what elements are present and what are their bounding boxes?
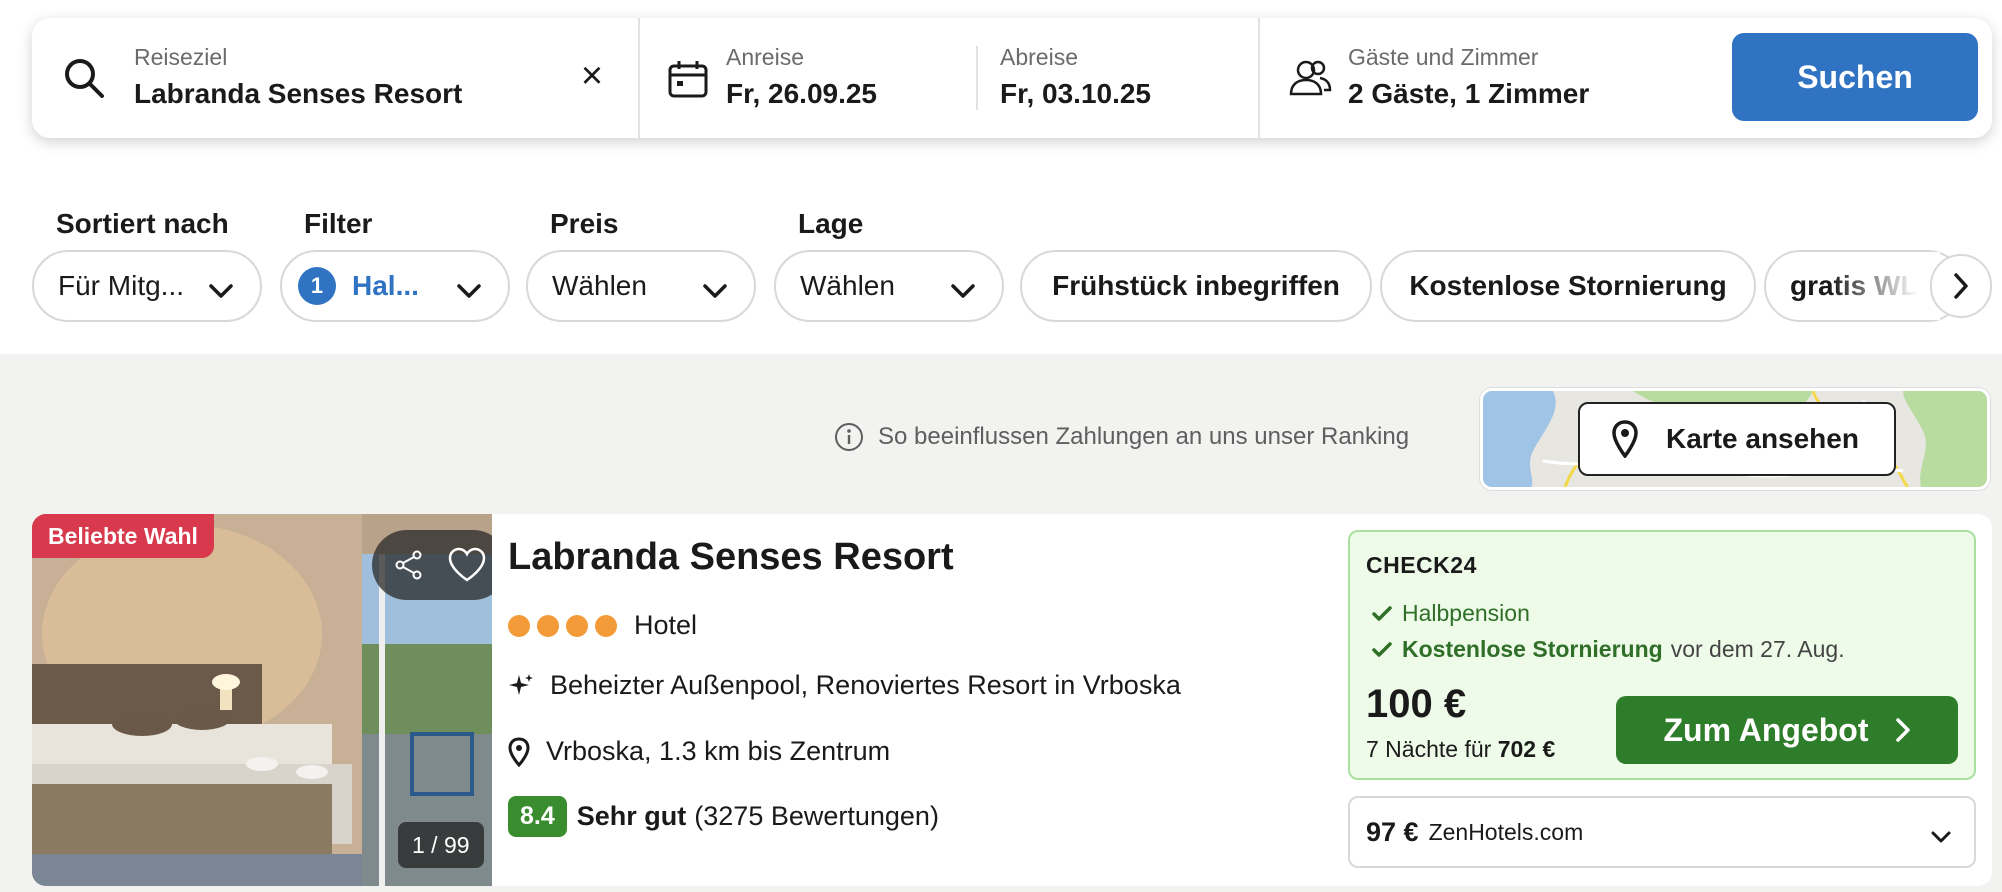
to-offer-label: Zum Angebot (1663, 711, 1869, 748)
filter-value: Hal... (352, 270, 419, 301)
perk-cancellation-date: vor dem 27. Aug. (1670, 636, 1845, 662)
search-icon (62, 56, 106, 105)
sort-value: Für Mitg... (58, 270, 185, 301)
view-map-button[interactable]: Karte ansehen (1578, 402, 1896, 476)
destination-value: Labranda Senses Resort (134, 78, 463, 109)
chevron-down-icon (456, 276, 482, 308)
filter-dropdown[interactable]: 1 Hal... (280, 250, 510, 322)
view-map-label: Karte ansehen (1666, 423, 1859, 454)
divider (1258, 18, 1260, 138)
quick-filter-breakfast[interactable]: Frühstück inbegriffen (1020, 250, 1372, 322)
offer-provider: CHECK24 (1366, 552, 1477, 578)
check-icon (1372, 605, 1392, 621)
photo-actions (372, 530, 492, 600)
perk-cancellation-strong: Kostenlose Stornierung (1402, 636, 1663, 662)
price-dropdown[interactable]: Wählen (526, 250, 756, 322)
star-dot (595, 614, 617, 637)
perk-half-board-text: Halbpension (1402, 600, 1530, 626)
checkin-field[interactable]: Anreise Fr, 26.09.25 (726, 18, 966, 138)
checkout-value: Fr, 03.10.25 (1000, 78, 1152, 109)
guests-field[interactable]: Gäste und Zimmer 2 Gäste, 1 Zimmer (1348, 18, 1708, 138)
rating-score: 8.4 (508, 796, 567, 837)
location-dropdown[interactable]: Wählen (774, 250, 1004, 322)
checkin-label: Anreise (726, 44, 804, 70)
perk-half-board: Halbpension (1372, 600, 1530, 627)
price-label: Preis (550, 208, 619, 239)
alternative-offer[interactable]: 97 € ZenHotels.com (1348, 796, 1976, 868)
hotel-photo[interactable]: Beliebte Wahl 1 / 99 (32, 514, 492, 886)
calendar-icon (668, 60, 708, 103)
filter-count-badge: 1 (298, 267, 336, 305)
heart-icon[interactable] (447, 547, 487, 583)
location-text: Vrboska, 1.3 km bis Zentrum (546, 736, 891, 766)
location-pin-icon (508, 736, 530, 767)
total-price: 702 € (1497, 736, 1556, 762)
hotel-stars: Hotel (508, 610, 697, 641)
hotel-location: Vrboska, 1.3 km bis Zentrum (508, 736, 890, 767)
star-dot (508, 614, 530, 637)
checkin-value: Fr, 26.09.25 (726, 78, 878, 109)
sort-label: Sortiert nach (56, 208, 229, 239)
chevron-down-icon (208, 276, 234, 308)
chevron-down-icon (702, 276, 728, 308)
search-button[interactable]: Suchen (1732, 33, 1978, 121)
hotel-card: Beliebte Wahl 1 / 99 Labranda Senses Res… (32, 514, 1992, 886)
offer-total: 7 Nächte für 702 € (1366, 736, 1555, 763)
clear-destination-icon[interactable]: × (572, 56, 612, 96)
scroll-right-button[interactable] (1930, 254, 1992, 318)
star-dot (537, 614, 559, 637)
hotel-type: Hotel (634, 610, 698, 640)
quick-filter-free-cancellation[interactable]: Kostenlose Stornierung (1380, 250, 1756, 322)
location-value: Wählen (800, 270, 895, 301)
price-value: Wählen (552, 270, 647, 301)
checkout-field[interactable]: Abreise Fr, 03.10.25 (1000, 18, 1280, 138)
guests-value: 2 Gäste, 1 Zimmer (1348, 78, 1590, 109)
photo-counter: 1 / 99 (398, 822, 484, 868)
chevron-down-icon (950, 276, 976, 308)
chevron-down-icon (1930, 824, 1952, 851)
popular-badge: Beliebte Wahl (32, 514, 214, 558)
checkout-label: Abreise (1000, 44, 1078, 70)
users-icon (1288, 58, 1332, 103)
ranking-info-link[interactable]: So beeinflussen Zahlungen an uns unser R… (834, 422, 1409, 452)
info-icon (834, 422, 864, 452)
check-icon (1372, 641, 1392, 657)
offer-price: 100 € (1366, 682, 1467, 726)
map-pin-icon (1612, 420, 1666, 458)
chevron-right-icon (1895, 718, 1910, 742)
main-offer: CHECK24 Halbpension Kostenlose Stornieru… (1348, 530, 1976, 780)
filter-label: Filter (304, 208, 373, 239)
destination-label: Reiseziel (134, 44, 228, 70)
highlight-text: Beheizter Außenpool, Renoviertes Resort … (550, 670, 1181, 700)
scroll-fade (1830, 252, 1940, 320)
divider (976, 46, 978, 110)
sort-dropdown[interactable]: Für Mitg... (32, 250, 262, 322)
chevron-right-icon (1952, 272, 1970, 300)
location-label: Lage (798, 208, 864, 239)
rating-label: Sehr gut (576, 801, 687, 831)
hotel-rating[interactable]: 8.4 Sehr gut (3275 Bewertungen) (508, 796, 939, 837)
search-bar: Reiseziel Labranda Senses Resort × Anrei… (32, 18, 1992, 138)
destination-field[interactable]: Reiseziel Labranda Senses Resort (132, 18, 552, 138)
share-icon[interactable] (393, 549, 425, 581)
perk-free-cancellation: Kostenlose Stornierung vor dem 27. Aug. (1372, 636, 1845, 663)
divider (638, 18, 640, 138)
review-count: (3275 Bewertungen) (694, 801, 939, 831)
star-dot (566, 614, 588, 637)
hotel-highlight: Beheizter Außenpool, Renoviertes Resort … (508, 670, 1181, 701)
alt-offer-price: 97 € (1366, 816, 1419, 847)
guests-label: Gäste und Zimmer (1348, 44, 1539, 70)
sparkle-icon (509, 673, 533, 695)
alt-offer-provider: ZenHotels.com (1428, 818, 1584, 845)
hotel-name[interactable]: Labranda Senses Resort (508, 536, 954, 579)
nights-text: 7 Nächte für (1366, 736, 1492, 762)
to-offer-button[interactable]: Zum Angebot (1616, 696, 1958, 764)
ranking-note-text: So beeinflussen Zahlungen an uns unser R… (878, 423, 1410, 450)
